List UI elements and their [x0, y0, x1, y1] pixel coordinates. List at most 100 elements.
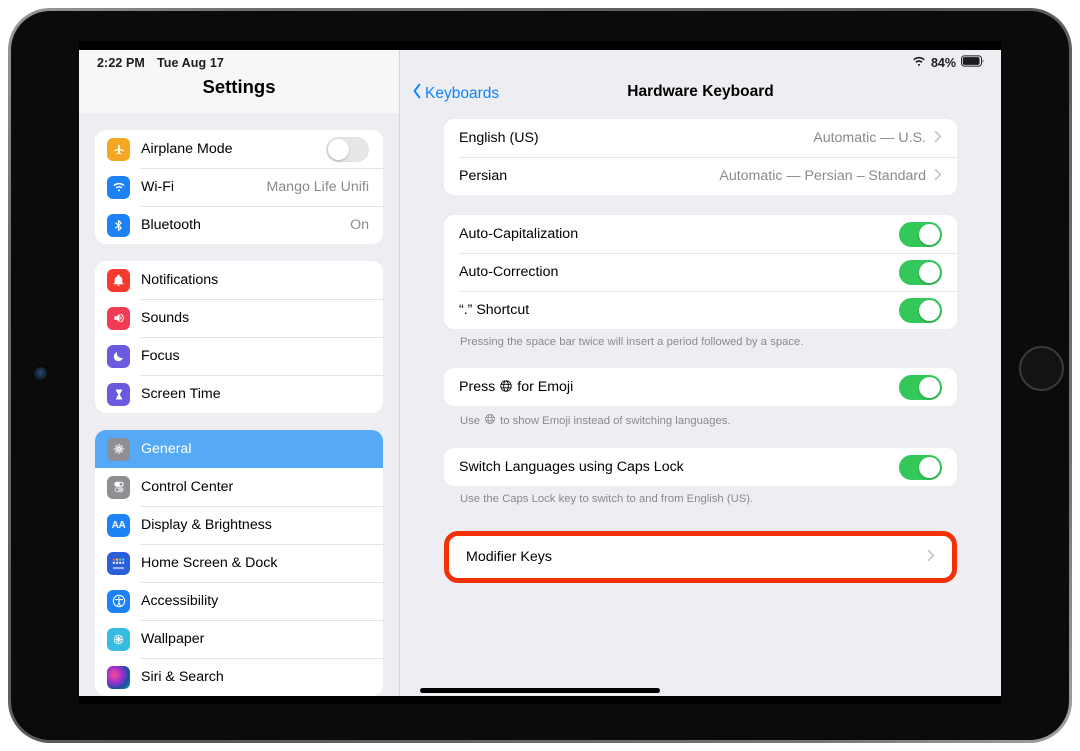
main-scroll-area[interactable]: English (US) Automatic — U.S. Persian Au… [400, 119, 1001, 583]
row-switch-languages-caps-lock[interactable]: Switch Languages using Caps Lock [444, 448, 957, 486]
row-auto-capitalization[interactable]: Auto-Capitalization [444, 215, 957, 253]
row-period-shortcut[interactable]: “.” Shortcut [444, 291, 957, 329]
bell-icon [107, 268, 130, 292]
wifi-network-value: Mango Life Unifi [266, 179, 369, 195]
language-label: English (US) [459, 130, 539, 146]
battery-percent-label: 84% [930, 55, 956, 70]
home-indicator[interactable] [420, 688, 660, 693]
sidebar-item-label: Wi-Fi [141, 179, 175, 195]
caps-lock-footnote-text: Use the Caps Lock key to switch to and f… [460, 493, 754, 505]
setting-label: Switch Languages using Caps Lock [459, 459, 684, 475]
language-row-english[interactable]: English (US) Automatic — U.S. [444, 119, 957, 157]
sidebar-item-control-center[interactable]: Control Center [95, 468, 383, 506]
bluetooth-icon [107, 213, 130, 237]
sidebar-item-siri-search[interactable]: Siri & Search [95, 658, 383, 696]
toggle-knob [919, 376, 940, 398]
sidebar-item-general[interactable]: General [95, 430, 383, 468]
sidebar-item-home-screen-dock[interactable]: Home Screen & Dock [95, 544, 383, 582]
status-date: Tue Aug 17 [156, 56, 224, 70]
accessibility-icon [107, 589, 130, 613]
toggle-knob [328, 138, 349, 160]
detail-title: Hardware Keyboard [627, 83, 774, 100]
sidebar-group-alerts: Notifications Sounds Focus Screen Time [95, 261, 383, 413]
sidebar-item-label: Screen Time [141, 386, 221, 402]
setting-label: Auto-Capitalization [459, 226, 579, 242]
sidebar-header: 2:22 PM Tue Aug 17 Settings [79, 50, 399, 113]
sidebar-item-label: Airplane Mode [141, 141, 233, 157]
battery-icon [961, 55, 985, 70]
globe-icon [499, 379, 513, 396]
siri-icon [107, 665, 130, 689]
sidebar-item-label: Notifications [141, 272, 219, 288]
sidebar-item-label: Bluetooth [141, 217, 201, 233]
period-shortcut-toggle[interactable] [899, 297, 942, 323]
auto-capitalization-toggle[interactable] [899, 221, 942, 247]
chevron-right-icon [934, 130, 942, 146]
ipad-screen: 2:22 PM Tue Aug 17 Settings Airplane Mod… [79, 41, 1001, 704]
sidebar-item-display-brightness[interactable]: AA Display & Brightness [95, 506, 383, 544]
home-button[interactable] [1019, 346, 1064, 391]
wifi-icon [912, 56, 926, 70]
setting-label: Modifier Keys [466, 549, 552, 565]
moon-icon [107, 344, 130, 368]
auto-correction-toggle[interactable] [899, 259, 942, 285]
home-screen-icon [107, 551, 130, 575]
toggle-knob [919, 299, 940, 321]
status-time: 2:22 PM [97, 56, 145, 70]
wifi-icon [107, 175, 130, 199]
display-brightness-icon: AA [107, 513, 130, 537]
airplane-mode-toggle[interactable] [326, 136, 369, 162]
sidebar-item-screen-time[interactable]: Screen Time [95, 375, 383, 413]
modifier-keys-group: Modifier Keys [451, 538, 950, 576]
press-globe-for-emoji-toggle[interactable] [899, 374, 942, 400]
sidebar-scroll-area[interactable]: Airplane Mode Wi-Fi Mango Life Unifi Blu… [79, 130, 399, 696]
sidebar-item-focus[interactable]: Focus [95, 337, 383, 375]
sidebar-item-label: Display & Brightness [141, 517, 272, 533]
sidebar-group-system: General Control Center AA Display & Brig… [95, 430, 383, 696]
toggle-knob [919, 223, 940, 245]
globe-icon [484, 413, 496, 428]
screen-bottom-bar [79, 696, 1001, 704]
row-press-globe-for-emoji[interactable]: Press for Emoji [444, 368, 957, 406]
toggle-knob [919, 456, 940, 478]
chevron-right-icon [927, 549, 935, 565]
row-auto-correction[interactable]: Auto-Correction [444, 253, 957, 291]
sidebar-item-label: Siri & Search [141, 669, 224, 685]
language-row-persian[interactable]: Persian Automatic — Persian – Standard [444, 157, 957, 195]
keyboard-languages-group: English (US) Automatic — U.S. Persian Au… [444, 119, 957, 195]
emoji-footnote-after: to show Emoji instead of switching langu… [500, 414, 731, 427]
sidebar-item-label: Home Screen & Dock [141, 555, 278, 571]
status-bar-left: 2:22 PM Tue Aug 17 [97, 56, 224, 70]
sidebar-item-label: Sounds [141, 310, 190, 326]
emoji-label-after: for Emoji [517, 379, 574, 395]
language-layout-value: Automatic — U.S. [813, 130, 926, 146]
sidebar-item-bluetooth[interactable]: Bluetooth On [95, 206, 383, 244]
setting-label: Auto-Correction [459, 264, 559, 280]
caps-lock-group: Switch Languages using Caps Lock [444, 448, 957, 486]
switch-languages-caps-lock-toggle[interactable] [899, 454, 942, 480]
sidebar-group-connectivity: Airplane Mode Wi-Fi Mango Life Unifi Blu… [95, 130, 383, 244]
airplane-icon [107, 137, 130, 161]
emoji-group: Press for Emoji [444, 368, 957, 406]
typing-options-group: Auto-Capitalization Auto-Correction “.” … [444, 215, 957, 329]
sidebar-item-label: Wallpaper [141, 631, 205, 647]
language-label: Persian [459, 168, 508, 184]
sidebar-item-sounds[interactable]: Sounds [95, 299, 383, 337]
sidebar-item-label: Control Center [141, 479, 234, 495]
sidebar-item-wallpaper[interactable]: Wallpaper [95, 620, 383, 658]
status-bar-right: 84% [912, 55, 985, 70]
settings-sidebar: 2:22 PM Tue Aug 17 Settings Airplane Mod… [79, 50, 399, 696]
sidebar-item-airplane-mode[interactable]: Airplane Mode [95, 130, 383, 168]
toggle-knob [919, 261, 940, 283]
sidebar-item-accessibility[interactable]: Accessibility [95, 582, 383, 620]
gear-icon [107, 437, 130, 461]
sidebar-item-label: Focus [141, 348, 180, 364]
row-modifier-keys[interactable]: Modifier Keys [451, 538, 950, 576]
emoji-footnote-before: Use [460, 414, 481, 427]
sidebar-item-notifications[interactable]: Notifications [95, 261, 383, 299]
bluetooth-status-value: On [350, 217, 369, 233]
sidebar-item-wifi[interactable]: Wi-Fi Mango Life Unifi [95, 168, 383, 206]
page-title: Settings [202, 76, 276, 97]
